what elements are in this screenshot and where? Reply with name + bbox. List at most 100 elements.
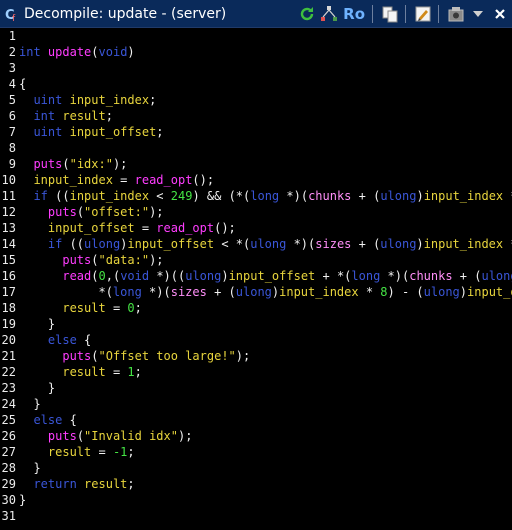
code-line[interactable]: 24 } xyxy=(0,396,512,412)
variable-token[interactable]: result xyxy=(62,109,105,123)
code-line[interactable]: 2 int update(void) xyxy=(0,44,512,60)
code-line[interactable]: 29 return result; xyxy=(0,476,512,492)
keyword-token[interactable]: else xyxy=(33,413,62,427)
code-line[interactable]: 5 uint input_index; xyxy=(0,92,512,108)
string-token[interactable]: "Invalid idx" xyxy=(84,429,178,443)
code-line[interactable]: 6 int result; xyxy=(0,108,512,124)
code-line[interactable]: 28 } xyxy=(0,460,512,476)
type-token[interactable]: long xyxy=(250,189,279,203)
keyword-token[interactable]: if xyxy=(33,189,47,203)
variable-token[interactable]: input_index xyxy=(33,173,112,187)
number-token[interactable]: 249 xyxy=(171,189,193,203)
copy-icon[interactable] xyxy=(380,4,400,24)
number-token[interactable]: 8 xyxy=(380,285,387,299)
chevron-down-icon[interactable] xyxy=(468,4,488,24)
decompiled-code-area[interactable]: 1 2 int update(void) 3 4{5 uint input_index;… xyxy=(0,28,512,530)
variable-token[interactable]: input_offset xyxy=(70,125,157,139)
type-token[interactable]: ulong xyxy=(380,237,416,251)
function-token[interactable]: puts xyxy=(33,157,62,171)
code-source[interactable]: result = 1; xyxy=(19,364,142,380)
code-source[interactable]: int result; xyxy=(19,108,113,124)
code-source[interactable]: input_offset = read_opt(); xyxy=(19,220,236,236)
variable-token[interactable]: input_index xyxy=(70,189,149,203)
code-source[interactable]: uint input_offset; xyxy=(19,124,163,140)
type-token[interactable]: ulong xyxy=(250,237,286,251)
code-source[interactable]: result = -1; xyxy=(19,444,135,460)
code-source[interactable]: } xyxy=(19,492,26,508)
string-token[interactable]: "idx:" xyxy=(70,157,113,171)
code-line[interactable]: 8 xyxy=(0,140,512,156)
code-source[interactable]: } xyxy=(19,380,55,396)
code-line[interactable]: 30} xyxy=(0,492,512,508)
code-source[interactable]: puts("offset:"); xyxy=(19,204,164,220)
code-source[interactable]: } xyxy=(19,460,40,476)
function-token[interactable]: read_opt xyxy=(135,173,193,187)
code-line[interactable]: 15 puts("data:"); xyxy=(0,252,512,268)
readonly-toggle[interactable]: Ro xyxy=(341,4,367,24)
type-token[interactable]: int xyxy=(33,109,55,123)
variable-token[interactable]: result xyxy=(62,301,105,315)
code-source[interactable]: puts("Offset too large!"); xyxy=(19,348,250,364)
function-token[interactable]: read_opt xyxy=(156,221,214,235)
refresh-icon[interactable] xyxy=(297,4,317,24)
global-token[interactable]: sizes xyxy=(171,285,207,299)
keyword-token[interactable]: else xyxy=(48,333,77,347)
code-line[interactable]: 1 xyxy=(0,28,512,44)
code-line[interactable]: 18 result = 0; xyxy=(0,300,512,316)
code-source[interactable]: read(0,(void *)((ulong)input_offset + *(… xyxy=(19,268,512,284)
code-line[interactable]: 9 puts("idx:"); xyxy=(0,156,512,172)
code-line[interactable]: 26 puts("Invalid idx"); xyxy=(0,428,512,444)
code-source[interactable]: puts("Invalid idx"); xyxy=(19,428,193,444)
variable-token[interactable]: input_index xyxy=(424,237,503,251)
code-source[interactable]: else { xyxy=(19,412,76,428)
code-line[interactable]: 22 result = 1; xyxy=(0,364,512,380)
global-token[interactable]: sizes xyxy=(315,237,351,251)
code-source[interactable]: input_index = read_opt(); xyxy=(19,172,214,188)
variable-token[interactable]: input_offset xyxy=(48,221,135,235)
type-token[interactable]: long xyxy=(113,285,142,299)
string-token[interactable]: "data:" xyxy=(99,253,150,267)
code-line[interactable]: 27 result = -1; xyxy=(0,444,512,460)
code-source[interactable]: } xyxy=(19,396,40,412)
code-line[interactable]: 17 *(long *)(sizes + (ulong)input_index … xyxy=(0,284,512,300)
code-source[interactable]: int update(void) xyxy=(19,44,135,60)
code-source[interactable]: } xyxy=(19,316,55,332)
keyword-token[interactable]: if xyxy=(48,237,62,251)
type-token[interactable]: ulong xyxy=(380,189,416,203)
keyword-token[interactable]: return xyxy=(33,477,76,491)
function-token[interactable]: puts xyxy=(62,253,91,267)
type-token[interactable]: long xyxy=(351,269,380,283)
code-line[interactable]: 12 puts("offset:"); xyxy=(0,204,512,220)
variable-token[interactable]: input_index xyxy=(70,93,149,107)
snapshot-icon[interactable] xyxy=(446,4,466,24)
number-token[interactable]: -1 xyxy=(113,445,127,459)
code-source[interactable]: puts("idx:"); xyxy=(19,156,127,172)
edit-icon[interactable] xyxy=(413,4,433,24)
code-line[interactable]: 16 read(0,(void *)((ulong)input_offset +… xyxy=(0,268,512,284)
code-source[interactable]: if ((input_index < 249) && (*(long *)(ch… xyxy=(19,188,512,204)
code-line[interactable]: 23 } xyxy=(0,380,512,396)
code-line[interactable]: 20 else { xyxy=(0,332,512,348)
code-line[interactable]: 7 uint input_offset; xyxy=(0,124,512,140)
variable-token[interactable]: input_index xyxy=(279,285,358,299)
type-token[interactable]: ulong xyxy=(481,269,512,283)
code-source[interactable]: { xyxy=(19,76,26,92)
variable-token[interactable]: input_offset xyxy=(127,237,214,251)
global-token[interactable]: chunks xyxy=(308,189,351,203)
function-token[interactable]: read xyxy=(62,269,91,283)
code-line[interactable]: 21 puts("Offset too large!"); xyxy=(0,348,512,364)
variable-token[interactable]: input_of xyxy=(467,285,512,299)
variable-token[interactable]: result xyxy=(84,477,127,491)
variable-token[interactable]: result xyxy=(48,445,91,459)
code-source[interactable]: *(long *)(sizes + (ulong)input_index * 8… xyxy=(19,284,512,300)
type-token[interactable]: uint xyxy=(33,125,62,139)
variable-token[interactable]: input_offset xyxy=(229,269,316,283)
type-token[interactable]: int xyxy=(19,45,41,59)
code-line[interactable]: 25 else { xyxy=(0,412,512,428)
code-source[interactable]: uint input_index; xyxy=(19,92,156,108)
variable-token[interactable]: result xyxy=(62,365,105,379)
type-token[interactable]: ulong xyxy=(424,285,460,299)
function-token[interactable]: puts xyxy=(48,429,77,443)
type-token[interactable]: void xyxy=(120,269,149,283)
code-line[interactable]: 10 input_index = read_opt(); xyxy=(0,172,512,188)
